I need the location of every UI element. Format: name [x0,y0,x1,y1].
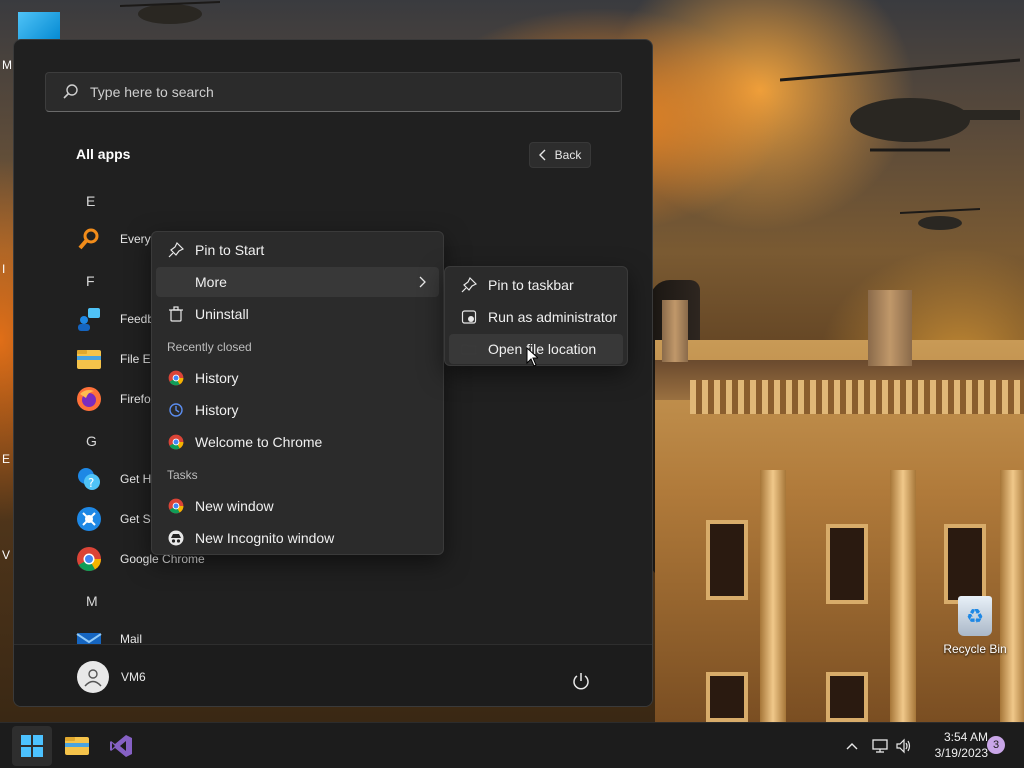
desktop-icon-label: M [2,58,12,72]
taskbar-file-explorer[interactable] [57,726,97,766]
menu-item-pin-to-start[interactable]: Pin to Start [156,235,439,265]
desktop-icon-label: V [2,548,11,562]
taskbar-visual-studio[interactable] [101,726,141,766]
wallpaper-window [826,524,868,604]
menu-item-label: New window [195,498,274,514]
history-icon [167,401,185,419]
menu-item-welcome-to-chrome[interactable]: Welcome to Chrome [156,427,439,457]
trash-icon [167,305,185,323]
user-name[interactable]: VM6 [121,670,146,684]
section-letter-e[interactable]: E [86,193,95,209]
menu-item-pin-to-taskbar[interactable]: Pin to taskbar [449,270,623,300]
clock[interactable]: 3:54 AM 3/19/2023 [920,729,988,761]
menu-item-recent-history[interactable]: History [156,363,439,393]
network-icon[interactable] [870,736,890,756]
menu-item-label: Open file location [488,341,597,357]
section-letter-g[interactable]: G [86,433,97,449]
clock-date: 3/19/2023 [934,746,988,760]
menu-item-label: More [195,274,227,290]
section-letter-f[interactable]: F [86,273,95,289]
incognito-icon [167,529,185,547]
taskbar: 3:54 AM 3/19/2023 3 [0,722,1024,768]
wallpaper-window [706,520,748,600]
tasks-heading: Tasks [167,468,198,482]
chevron-right-icon [419,276,426,288]
clock-time: 3:54 AM [943,730,988,744]
folder-icon [76,346,102,372]
power-icon[interactable] [571,671,591,691]
helicopter-icon [900,208,980,230]
section-letter-m[interactable]: M [86,593,98,609]
chrome-icon [167,369,185,387]
folder-outline-icon [460,340,478,358]
recently-closed-heading: Recently closed [167,340,252,354]
chevron-left-icon [538,149,546,161]
windows-logo-icon [21,735,43,757]
folder-icon [65,737,89,755]
search-box[interactable] [45,72,622,112]
pin-icon [460,276,478,294]
chrome-icon [167,433,185,451]
recycle-bin-label: Recycle Bin [943,642,1007,656]
helicopter-icon [120,1,220,24]
all-apps-title: All apps [76,146,131,162]
back-label: Back [554,148,582,162]
firefox-icon [76,386,102,412]
volume-icon[interactable] [894,736,914,756]
chrome-icon [76,546,102,572]
get-help-icon: ? [76,466,102,492]
menu-item-uninstall[interactable]: Uninstall [156,299,439,329]
user-icon [84,669,102,687]
menu-item-label: New Incognito window [195,530,335,546]
everything-search-icon [76,226,102,252]
menu-item-label: Uninstall [195,306,249,322]
wallpaper-column [890,470,916,722]
notification-badge[interactable]: 3 [987,736,1005,754]
get-started-icon [76,506,102,532]
wallpaper-window [826,672,868,722]
svg-text:?: ? [88,476,94,490]
pin-icon [167,241,185,259]
desktop-icon-label: E [2,452,11,466]
menu-item-new-incognito-window[interactable]: New Incognito window [156,523,439,553]
mouse-cursor-icon [526,347,538,367]
menu-item-label: Run as administrator [488,309,618,325]
menu-item-recent-history-2[interactable]: History [156,395,439,425]
helicopter-icon [780,58,1020,152]
shield-icon [460,308,478,326]
menu-item-label: History [195,370,239,386]
desktop-shortcut-icon[interactable] [18,12,60,42]
wallpaper-balustrade [690,380,1024,414]
wallpaper-chimney [662,300,688,362]
back-button[interactable]: Back [529,142,591,168]
search-icon [63,84,78,99]
recycle-bin-icon [958,596,992,636]
menu-item-label: Pin to Start [195,242,265,258]
search-input[interactable] [90,84,590,100]
visual-studio-icon [110,735,132,757]
recycle-bin[interactable]: Recycle Bin [942,596,1008,656]
menu-item-label: Pin to taskbar [488,277,574,293]
wallpaper-column [760,470,786,722]
avatar[interactable] [77,661,109,693]
menu-item-more[interactable]: More [156,267,439,297]
menu-item-label: Welcome to Chrome [195,434,323,450]
menu-item-run-as-administrator[interactable]: Run as administrator [449,302,623,332]
user-bar: VM6 [14,644,652,706]
chrome-icon [167,497,185,515]
feedback-hub-icon [76,306,102,332]
start-button[interactable] [12,726,52,766]
wallpaper-window [706,672,748,722]
chevron-up-icon[interactable] [842,736,862,756]
app-context-menu: Pin to Start More Uninstall Recently clo… [151,231,444,555]
desktop-icon-label: I [2,262,6,276]
menu-item-new-window[interactable]: New window [156,491,439,521]
menu-item-label: History [195,402,239,418]
app-item-firefox[interactable]: Firefox [76,383,157,415]
wallpaper-chimney [868,290,912,366]
wallpaper-window [944,524,986,604]
